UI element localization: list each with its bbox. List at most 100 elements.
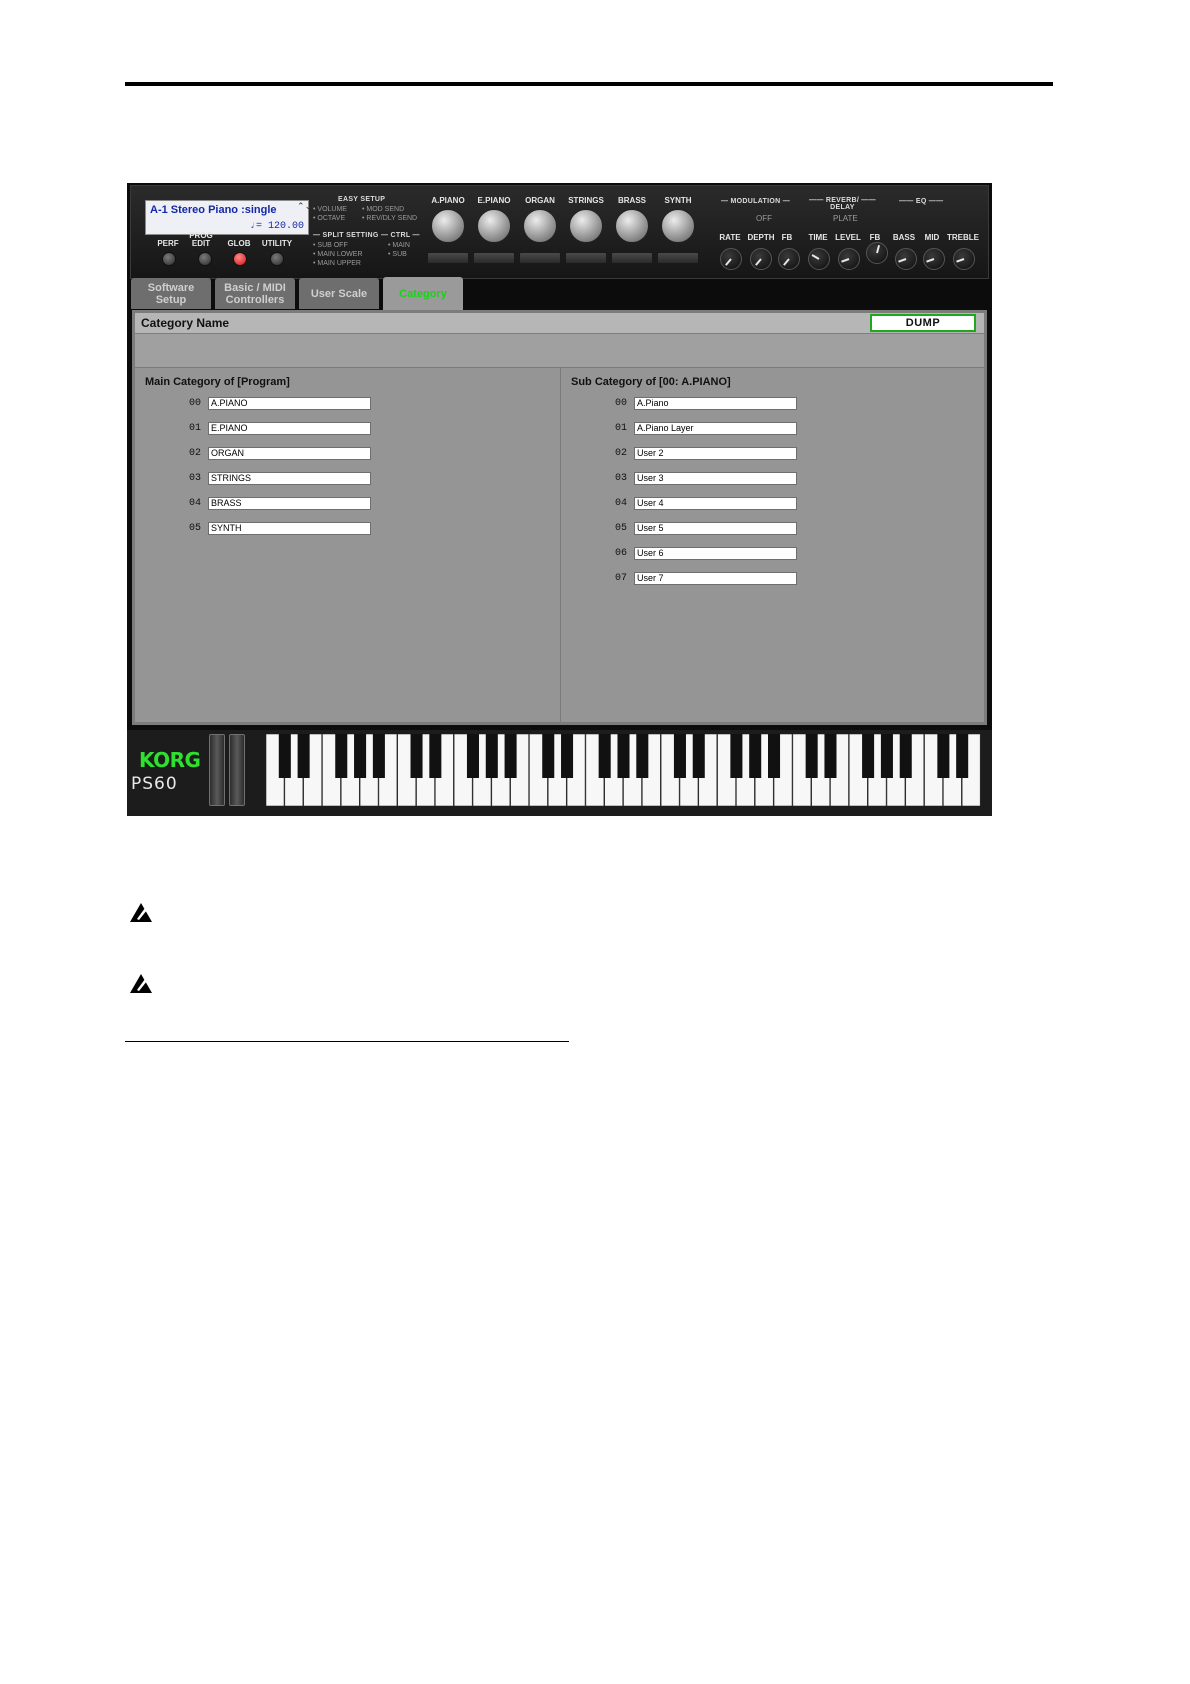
split-main-lower[interactable]: • MAIN LOWER (313, 251, 363, 258)
rate-knob[interactable] (720, 248, 742, 270)
black-key[interactable] (354, 734, 367, 778)
synth-pad[interactable] (657, 252, 699, 264)
black-key[interactable] (598, 734, 611, 778)
mid-knob[interactable] (923, 248, 945, 270)
depth-knob[interactable] (750, 248, 772, 270)
synth-knob[interactable] (661, 209, 695, 243)
black-key[interactable] (372, 734, 385, 778)
glob-button[interactable] (233, 252, 247, 266)
black-key[interactable] (862, 734, 875, 778)
black-key[interactable] (880, 734, 893, 778)
tab-basic-midi-controllers[interactable]: Basic / MIDI Controllers (215, 278, 295, 309)
modulation-value: OFF (756, 214, 772, 223)
easy-setup-octave[interactable]: • OCTAVE (313, 215, 345, 222)
easy-setup-rev-dly-send[interactable]: • REV/DLY SEND (362, 215, 417, 222)
main-category-name-field[interactable]: A.PIANO (208, 397, 371, 410)
sub-category-name-field[interactable]: User 5 (634, 522, 797, 535)
bass-knob[interactable] (895, 248, 917, 270)
sub-category-row: 03 User 3 (561, 472, 861, 486)
black-key[interactable] (673, 734, 686, 778)
program-display[interactable]: A-1 Stereo Piano :single ⌃⌄ ♩= 120.00 (145, 200, 312, 235)
split-main-upper[interactable]: • MAIN UPPER (313, 260, 361, 267)
black-key[interactable] (410, 734, 423, 778)
modulation-title: — MODULATION — (721, 198, 791, 205)
ctrl-sub[interactable]: • SUB (388, 251, 407, 258)
black-key[interactable] (899, 734, 912, 778)
brass-knob[interactable] (615, 209, 649, 243)
warning-note-icon (130, 974, 152, 993)
utility-button[interactable] (270, 252, 284, 266)
row-number: 03 (614, 473, 627, 484)
brass-pad[interactable] (611, 252, 653, 264)
black-key[interactable] (466, 734, 479, 778)
sub-category-name-field[interactable]: User 7 (634, 572, 797, 585)
rev-fb-knob[interactable] (866, 242, 888, 264)
black-key[interactable] (504, 734, 517, 778)
dump-button[interactable]: DUMP (870, 314, 976, 332)
e-piano-knob[interactable] (477, 209, 511, 243)
tab-category[interactable]: Category (383, 277, 463, 310)
black-key[interactable] (542, 734, 555, 778)
sub-category-name-field[interactable]: User 4 (634, 497, 797, 510)
black-key[interactable] (937, 734, 950, 778)
black-key[interactable] (429, 734, 442, 778)
split-sub-off[interactable]: • SUB OFF (313, 242, 348, 249)
sub-category-name-field[interactable]: User 2 (634, 447, 797, 460)
tab-software-setup[interactable]: Software Setup (131, 278, 211, 309)
treble-knob[interactable] (953, 248, 975, 270)
row-number: 05 (614, 523, 627, 534)
sub-category-name-field[interactable]: A.Piano (634, 397, 797, 410)
ctrl-main[interactable]: • MAIN (388, 242, 410, 249)
e-piano-pad[interactable] (473, 252, 515, 264)
black-key[interactable] (749, 734, 762, 778)
main-category-title: Main Category of [Program] (145, 376, 290, 388)
main-category-name-field[interactable]: SYNTH (208, 522, 371, 535)
main-category-name-field[interactable]: E.PIANO (208, 422, 371, 435)
strings-knob[interactable] (569, 209, 603, 243)
tab-user-scale[interactable]: User Scale (299, 278, 379, 309)
prog-edit-button[interactable] (198, 252, 212, 266)
perf-button[interactable] (162, 252, 176, 266)
black-key[interactable] (561, 734, 574, 778)
black-key[interactable] (617, 734, 630, 778)
main-category-name-field[interactable]: STRINGS (208, 472, 371, 485)
black-key[interactable] (297, 734, 310, 778)
organ-knob[interactable] (523, 209, 557, 243)
modulation-wheel[interactable] (229, 734, 245, 806)
black-key[interactable] (278, 734, 291, 778)
mod-fb-knob[interactable] (778, 248, 800, 270)
pitch-bend-wheel[interactable] (209, 734, 225, 806)
black-key[interactable] (805, 734, 818, 778)
model-logo: PS60 (131, 774, 178, 794)
black-key[interactable] (768, 734, 781, 778)
row-number: 01 (614, 423, 627, 434)
row-number: 03 (188, 473, 201, 484)
organ-pad[interactable] (519, 252, 561, 264)
time-knob[interactable] (808, 248, 830, 270)
reverb-value: PLATE (833, 214, 858, 223)
sub-category-name-field[interactable]: User 6 (634, 547, 797, 560)
program-spin-icon[interactable]: ⌃⌄ (297, 202, 312, 211)
black-key[interactable] (636, 734, 649, 778)
black-key[interactable] (335, 734, 348, 778)
black-key[interactable] (692, 734, 705, 778)
sub-category-title: Sub Category of [00: A.PIANO] (571, 376, 731, 388)
black-key[interactable] (824, 734, 837, 778)
a-piano-knob[interactable] (431, 209, 465, 243)
strings-pad[interactable] (565, 252, 607, 264)
black-key[interactable] (730, 734, 743, 778)
sub-category-name-field[interactable]: A.Piano Layer (634, 422, 797, 435)
main-category-name-field[interactable]: BRASS (208, 497, 371, 510)
sub-category-name-field[interactable]: User 3 (634, 472, 797, 485)
main-category-name-field[interactable]: ORGAN (208, 447, 371, 460)
row-number: 04 (188, 498, 201, 509)
keyboard-section: KORG PS60 (127, 730, 992, 816)
black-key[interactable] (956, 734, 969, 778)
level-knob[interactable] (838, 248, 860, 270)
top-rule (125, 82, 1053, 86)
easy-setup-mod-send[interactable]: • MOD SEND (362, 206, 404, 213)
easy-setup-volume[interactable]: • VOLUME (313, 206, 347, 213)
a-piano-pad[interactable] (427, 252, 469, 264)
piano-keyboard[interactable] (266, 734, 981, 806)
black-key[interactable] (485, 734, 498, 778)
